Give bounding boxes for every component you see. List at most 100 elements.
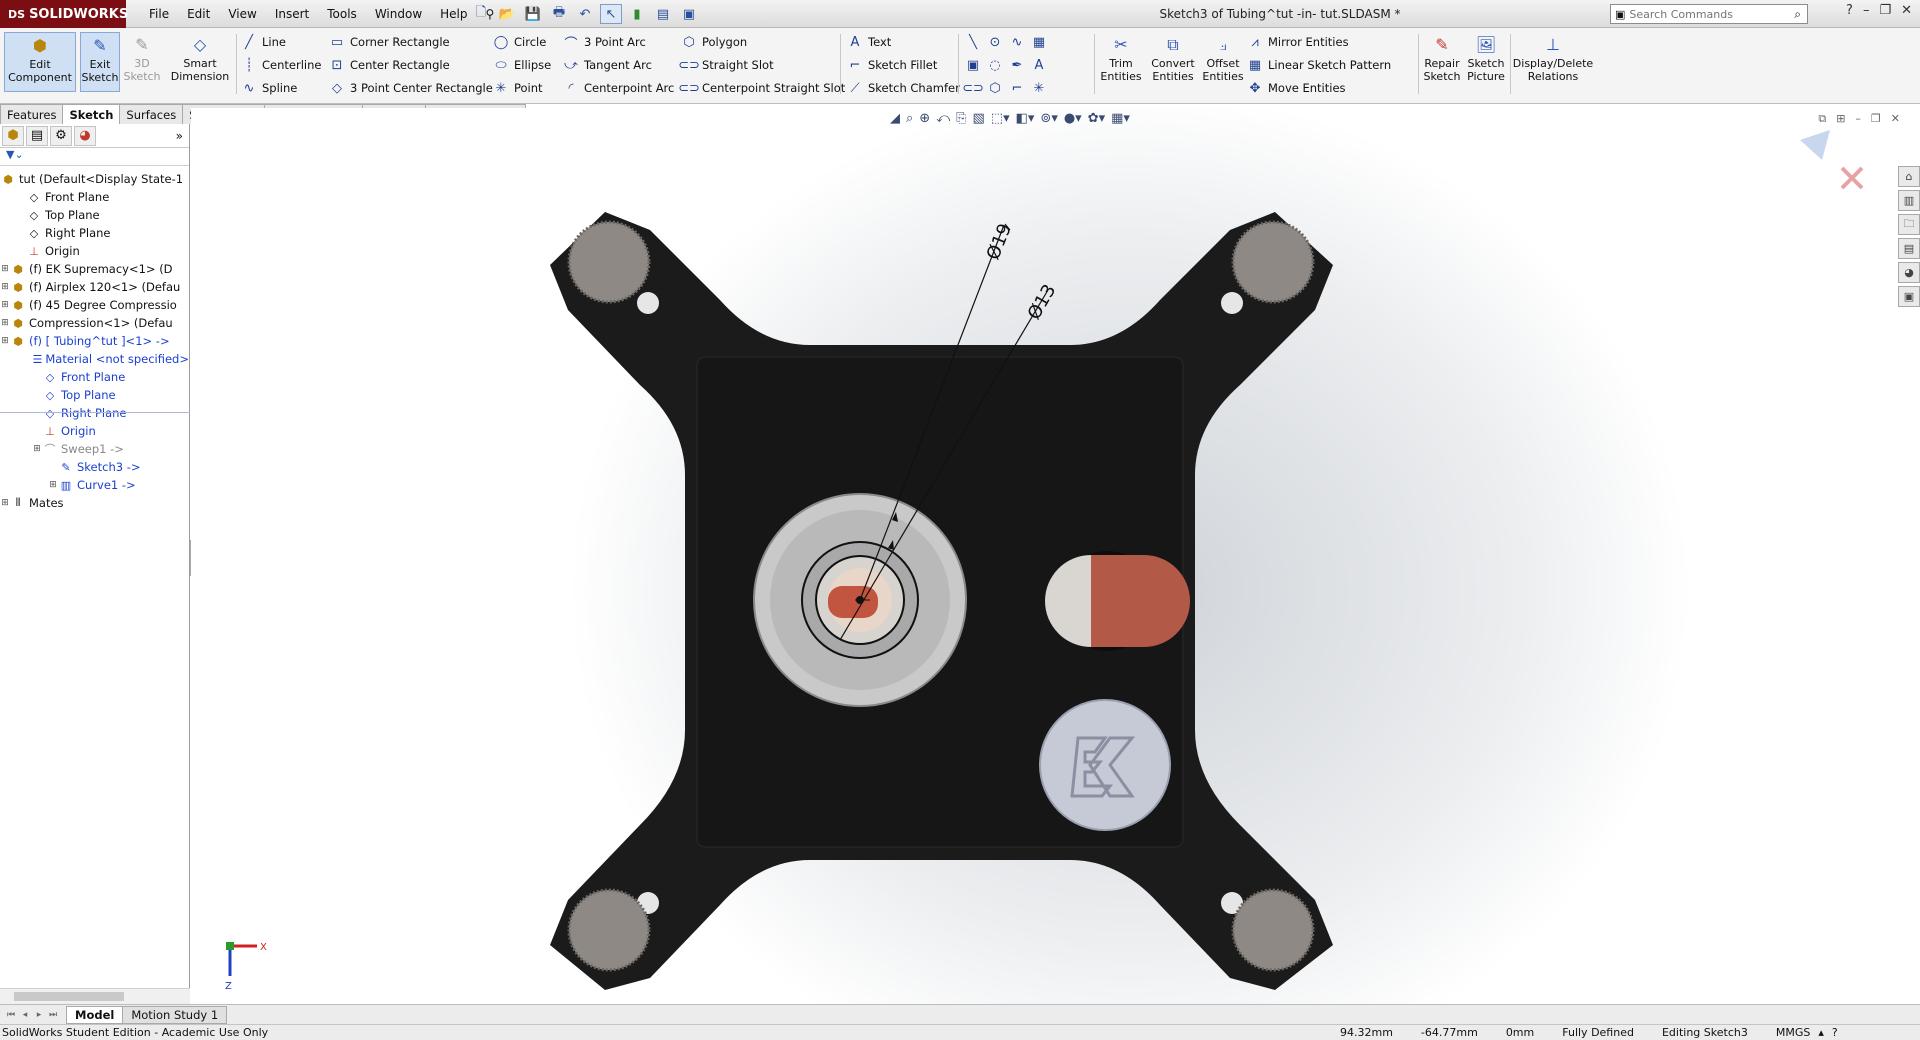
minimize-icon[interactable]: – — [1863, 3, 1870, 18]
edit-component-button[interactable]: ⬢ Edit Component — [4, 32, 76, 92]
expand-toggle-icon[interactable]: ⊞ — [0, 282, 10, 292]
tree-item[interactable]: ⊞ ⬢ (f) 45 Degree Compressio — [0, 296, 189, 314]
display-delete-relations-button[interactable]: ⊥ Display/Delete Relations — [1513, 32, 1593, 92]
close-icon[interactable]: ✕ — [1901, 3, 1912, 18]
menu-view[interactable]: View — [219, 7, 265, 21]
viewport-minimize-icon[interactable]: – — [1855, 112, 1861, 126]
linear-pattern-button[interactable]: ▦ Linear Sketch Pattern — [1246, 55, 1391, 75]
new-document-icon[interactable]: 🗋 — [470, 4, 492, 24]
viewport-split-icon[interactable]: ⊞ — [1836, 112, 1845, 126]
port-plug[interactable] — [1045, 551, 1190, 651]
file-explorer-icon[interactable]: 🗀 — [1898, 214, 1920, 235]
tree-item[interactable]: ◇ Front Plane — [0, 188, 189, 206]
undo-icon[interactable]: ↶ — [574, 4, 596, 24]
centerpoint-arc-button[interactable]: ◜ Centerpoint Arc — [562, 78, 674, 98]
reference-triad-corner[interactable] — [1800, 130, 1864, 190]
custom-properties-icon[interactable]: ▣ — [1898, 286, 1920, 307]
zoom-to-fit-icon[interactable]: ⌕ — [906, 111, 913, 126]
search-icon[interactable]: ⌕ — [1794, 7, 1801, 22]
prev-tab-icon[interactable]: ◂ — [18, 1010, 32, 1020]
tree-item[interactable]: ☰ Material <not specified> — [0, 350, 189, 368]
expand-toggle-icon[interactable]: ⊞ — [48, 480, 58, 490]
display-style-icon[interactable]: ◧▾ — [1016, 111, 1035, 126]
scroll-thumb[interactable] — [14, 992, 124, 1001]
search-mode-icon[interactable]: ▣ — [1615, 8, 1625, 21]
unit-dropdown-icon[interactable]: ▴ — [1818, 1026, 1824, 1039]
tree-item[interactable]: ◇ Front Plane — [0, 368, 189, 386]
design-library-icon[interactable]: ▥ — [1898, 190, 1920, 211]
tree-item[interactable]: ⊞ ⬢ (f) [ Tubing^tut ]<1> -> — [0, 332, 189, 350]
expand-toggle-icon[interactable]: ⊞ — [0, 300, 10, 310]
tab-sketch[interactable]: Sketch — [62, 104, 121, 124]
viewport-tile-icon[interactable]: ⧉ — [1818, 112, 1826, 126]
menu-insert[interactable]: Insert — [266, 7, 318, 21]
rollback-bar[interactable] — [0, 412, 190, 413]
tab-features[interactable]: Features — [0, 104, 64, 124]
tree-item[interactable]: ◇ Top Plane — [0, 386, 189, 404]
view-settings-icon[interactable]: ▦▾ — [1111, 111, 1130, 126]
zoom-to-area-icon[interactable]: ⊕ — [919, 111, 930, 126]
select-arrow-icon[interactable]: ↖ — [600, 4, 622, 24]
horizontal-scrollbar[interactable] — [0, 988, 190, 1004]
view-palette-icon[interactable]: ▤ — [1898, 238, 1920, 259]
file-properties-icon[interactable]: ▤ — [652, 4, 674, 24]
viewport-close-icon[interactable]: ✕ — [1891, 112, 1900, 126]
sketch-picture-button[interactable]: 🖼 Sketch Picture — [1466, 32, 1506, 92]
convert-entities-button[interactable]: ⧉ Convert Entities — [1148, 32, 1198, 92]
repair-sketch-button[interactable]: ✎ Repair Sketch — [1422, 32, 1462, 92]
line-button[interactable]: ╱ Line — [240, 32, 321, 52]
extra-tools-row-3[interactable]: ⊂⊃ ⬡ ⌐ ✳ — [962, 78, 1052, 98]
hide-show-items-icon[interactable]: ⊚▾ — [1040, 111, 1057, 126]
tree-item[interactable]: ⊥ Origin — [0, 422, 189, 440]
previous-view-icon[interactable]: ◢ — [890, 111, 900, 126]
display-manager-icon[interactable]: ◕ — [74, 125, 96, 146]
point-button[interactable]: ✳ Point — [492, 78, 551, 98]
menu-tools[interactable]: Tools — [318, 7, 366, 21]
dynamic-annotation-icon[interactable]: ▧ — [973, 111, 985, 126]
tree-item[interactable]: ◇ Right Plane — [0, 224, 189, 242]
tree-item[interactable]: ✎ Sketch3 -> — [0, 458, 189, 476]
help-icon[interactable]: ? — [1846, 3, 1853, 18]
tangent-arc-button[interactable]: ⤻ Tangent Arc — [562, 55, 674, 75]
mirror-entities-button[interactable]: ⩘ Mirror Entities — [1246, 32, 1391, 52]
previous-view-arrow-icon[interactable]: ⤺ — [936, 111, 950, 126]
extra-tools-row-1[interactable]: ╲ ⊙ ∿ ▦ — [964, 32, 1052, 52]
sketch-chamfer-button[interactable]: ⟋ Sketch Chamfer — [846, 78, 959, 98]
tree-item[interactable]: ⊥ Origin — [0, 242, 189, 260]
menu-edit[interactable]: Edit — [178, 7, 219, 21]
expand-toggle-icon[interactable]: ⊞ — [0, 264, 10, 274]
tree-filter[interactable]: ▼⌄ — [0, 148, 189, 166]
model-view[interactable]: Ø19 Ø13 X Z — [191, 108, 1900, 1004]
trim-entities-button[interactable]: ✂ Trim Entities — [1098, 32, 1144, 92]
feature-tree-icon[interactable]: ⬢ — [2, 125, 24, 146]
tab-model[interactable]: Model — [66, 1005, 124, 1024]
solidworks-logo[interactable]: DS SOLIDWORKS — [0, 0, 128, 28]
search-commands-input[interactable] — [1629, 7, 1795, 21]
menu-window[interactable]: Window — [366, 7, 431, 21]
tab-surfaces[interactable]: Surfaces — [119, 104, 184, 124]
save-icon[interactable]: 💾 — [522, 4, 544, 24]
spline-button[interactable]: ∿ Spline — [240, 78, 321, 98]
appearances-icon[interactable]: ◕ — [1898, 262, 1920, 283]
move-entities-button[interactable]: ✥ Move Entities — [1246, 78, 1391, 98]
offset-entities-button[interactable]: ⟓ Offset Entities — [1200, 32, 1246, 92]
circle-button[interactable]: ◯ Circle — [492, 32, 551, 52]
first-tab-icon[interactable]: ⏮ — [4, 1010, 18, 1020]
help-status-icon[interactable]: ? — [1832, 1026, 1838, 1039]
tab-motion-study[interactable]: Motion Study 1 — [122, 1005, 228, 1024]
expand-toggle-icon[interactable]: ⊞ — [0, 318, 10, 328]
property-manager-icon[interactable]: ▤ — [26, 125, 48, 146]
print-icon[interactable]: 🖶 — [548, 4, 570, 24]
tree-item[interactable]: ⊞ ▥ Curve1 -> — [0, 476, 189, 494]
last-tab-icon[interactable]: ⏭ — [46, 1010, 60, 1020]
polygon-button[interactable]: ⬡ Polygon — [680, 32, 845, 52]
restore-icon[interactable]: ❐ — [1879, 3, 1891, 18]
solidworks-resources-icon[interactable]: ⌂ — [1898, 166, 1920, 187]
rebuild-icon[interactable]: ▮ — [626, 4, 648, 24]
expand-toggle-icon[interactable]: ⊞ — [0, 498, 10, 508]
3d-sketch-button[interactable]: ✎ 3D Sketch — [123, 32, 160, 92]
3-point-arc-button[interactable]: ⌒ 3 Point Arc — [562, 32, 674, 52]
options-icon[interactable]: ▣ — [678, 4, 700, 24]
tree-item[interactable]: ⊞ ⬢ Compression<1> (Defau — [0, 314, 189, 332]
text-button[interactable]: A Text — [846, 32, 960, 52]
